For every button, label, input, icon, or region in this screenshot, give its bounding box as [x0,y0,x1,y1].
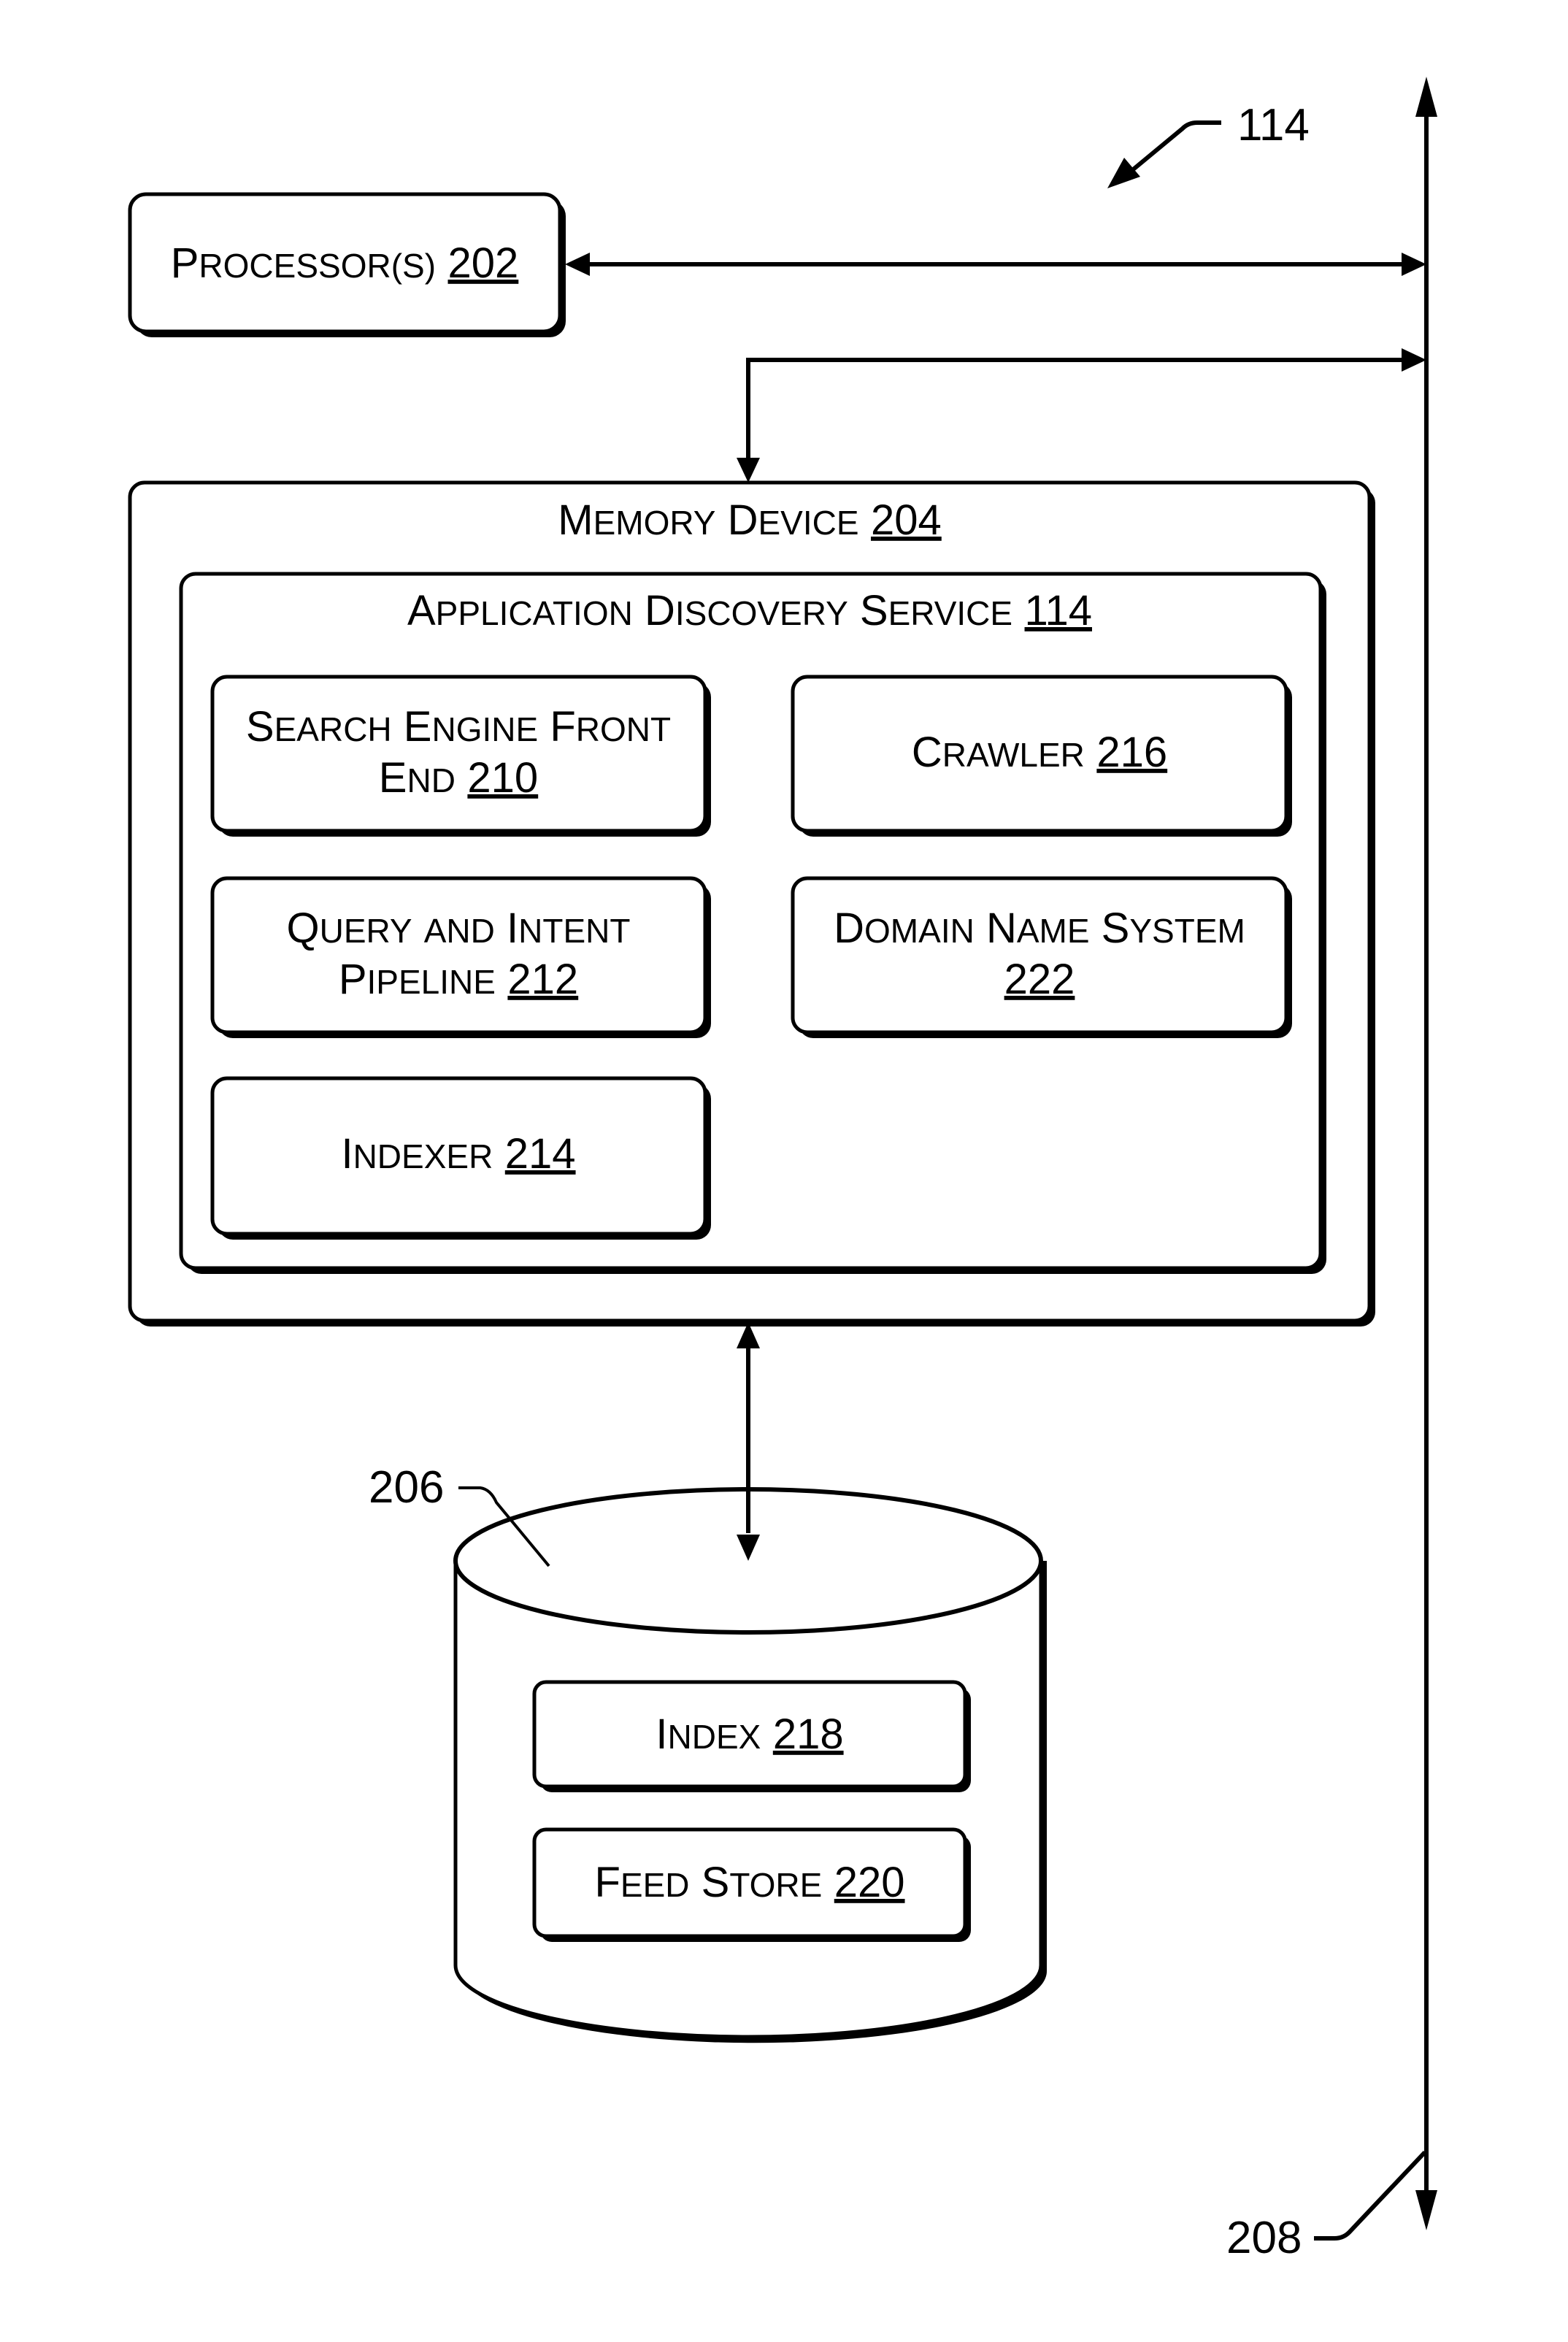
memory-bus-line [746,358,1402,458]
arrowhead-to-processor [565,253,590,276]
bus-reference-leader [1314,2150,1427,2241]
processor-number: 202 [448,239,519,287]
reference-leader [1130,120,1221,173]
module-label-line1: SEARCH ENGINE FRONT [246,703,671,750]
module-box [210,675,707,833]
storage-item-label: FEED STORE 220 [594,1859,904,1906]
processor-block: PROCESSOR(S) 202 [128,192,566,337]
module-box [210,876,707,1034]
processor-label: PROCESSOR(S) 202 [171,239,519,287]
module-label-text: PIPELINE [339,956,496,1003]
module-label-line1: DOMAIN NAME SYSTEM [834,905,1245,952]
processor-bus-connector [565,253,1426,276]
module-crawler: CRAWLER 216 [791,675,1292,837]
arrowhead-to-bus [1402,253,1426,276]
arrowhead-to-bus-2 [1402,348,1426,372]
bus-reference-label: 208 [1226,2213,1302,2263]
module-number: 216 [1096,729,1167,776]
processor-name: PROCESSOR(S) [171,239,436,287]
memory-name: MEMORY DEVICE [558,496,858,544]
module-number: 210 [467,754,538,802]
service-title: APPLICATION DISCOVERY SERVICE 114 [407,587,1092,634]
service-number: 114 [1025,587,1092,634]
memory-bus-connector [737,348,1426,483]
module-label-text: CRAWLER [912,729,1085,776]
module-query-intent-pipeline: QUERY AND INTENT PIPELINE 212 [210,876,711,1038]
memory-number: 204 [871,496,942,544]
system-bus [1415,77,1437,2230]
module-search-engine-front-end: SEARCH ENGINE FRONT END 210 [210,675,711,837]
memory-device-block: MEMORY DEVICE 204 APPLICATION DISCOVERY … [128,480,1375,1327]
module-label-text: INDEXER [341,1130,493,1178]
module-label-text: END [379,754,456,802]
storage-cylinder: INDEX 218 FEED STORE 220 [453,1487,1047,2043]
memory-title: MEMORY DEVICE 204 [558,496,942,544]
module-number: 212 [507,956,578,1003]
figure-reference-label: 114 [1237,100,1310,150]
bus-arrowhead-up [1415,77,1437,117]
module-domain-name-system: DOMAIN NAME SYSTEM 222 [791,876,1292,1038]
storage-item-feed-store: FEED STORE 220 [532,1827,971,1942]
application-discovery-service-block: APPLICATION DISCOVERY SERVICE 114 SEARCH… [179,572,1326,1274]
module-number: 222 [1004,956,1075,1003]
module-label-line2: PIPELINE 212 [339,956,578,1003]
arrowhead-to-memory [737,458,760,483]
storage-item-label: INDEX 218 [656,1711,843,1758]
bus-reference: 208 [1226,2150,1427,2263]
storage-item-name: INDEX [656,1711,761,1758]
service-name: APPLICATION DISCOVERY SERVICE [407,587,1012,634]
storage-item-index: INDEX 218 [532,1680,971,1792]
reference-arrowhead [1107,158,1140,188]
storage-item-name: FEED STORE [594,1859,822,1906]
figure-reference: 114 [1107,100,1310,188]
storage-item-number: 218 [773,1711,844,1758]
storage-item-number: 220 [834,1859,905,1906]
module-label: INDEXER 214 [341,1130,575,1178]
module-number: 214 [505,1130,576,1178]
storage-reference-label: 206 [369,1462,444,1513]
system-diagram: 114 PROCESSOR(S) 202 MEMORY DEVICE 204 A… [128,77,1437,2263]
module-indexer: INDEXER 214 [210,1076,711,1240]
bus-arrowhead-down [1415,2190,1437,2230]
module-label: CRAWLER 216 [912,729,1167,776]
module-label-line1: QUERY AND INTENT [286,905,630,952]
